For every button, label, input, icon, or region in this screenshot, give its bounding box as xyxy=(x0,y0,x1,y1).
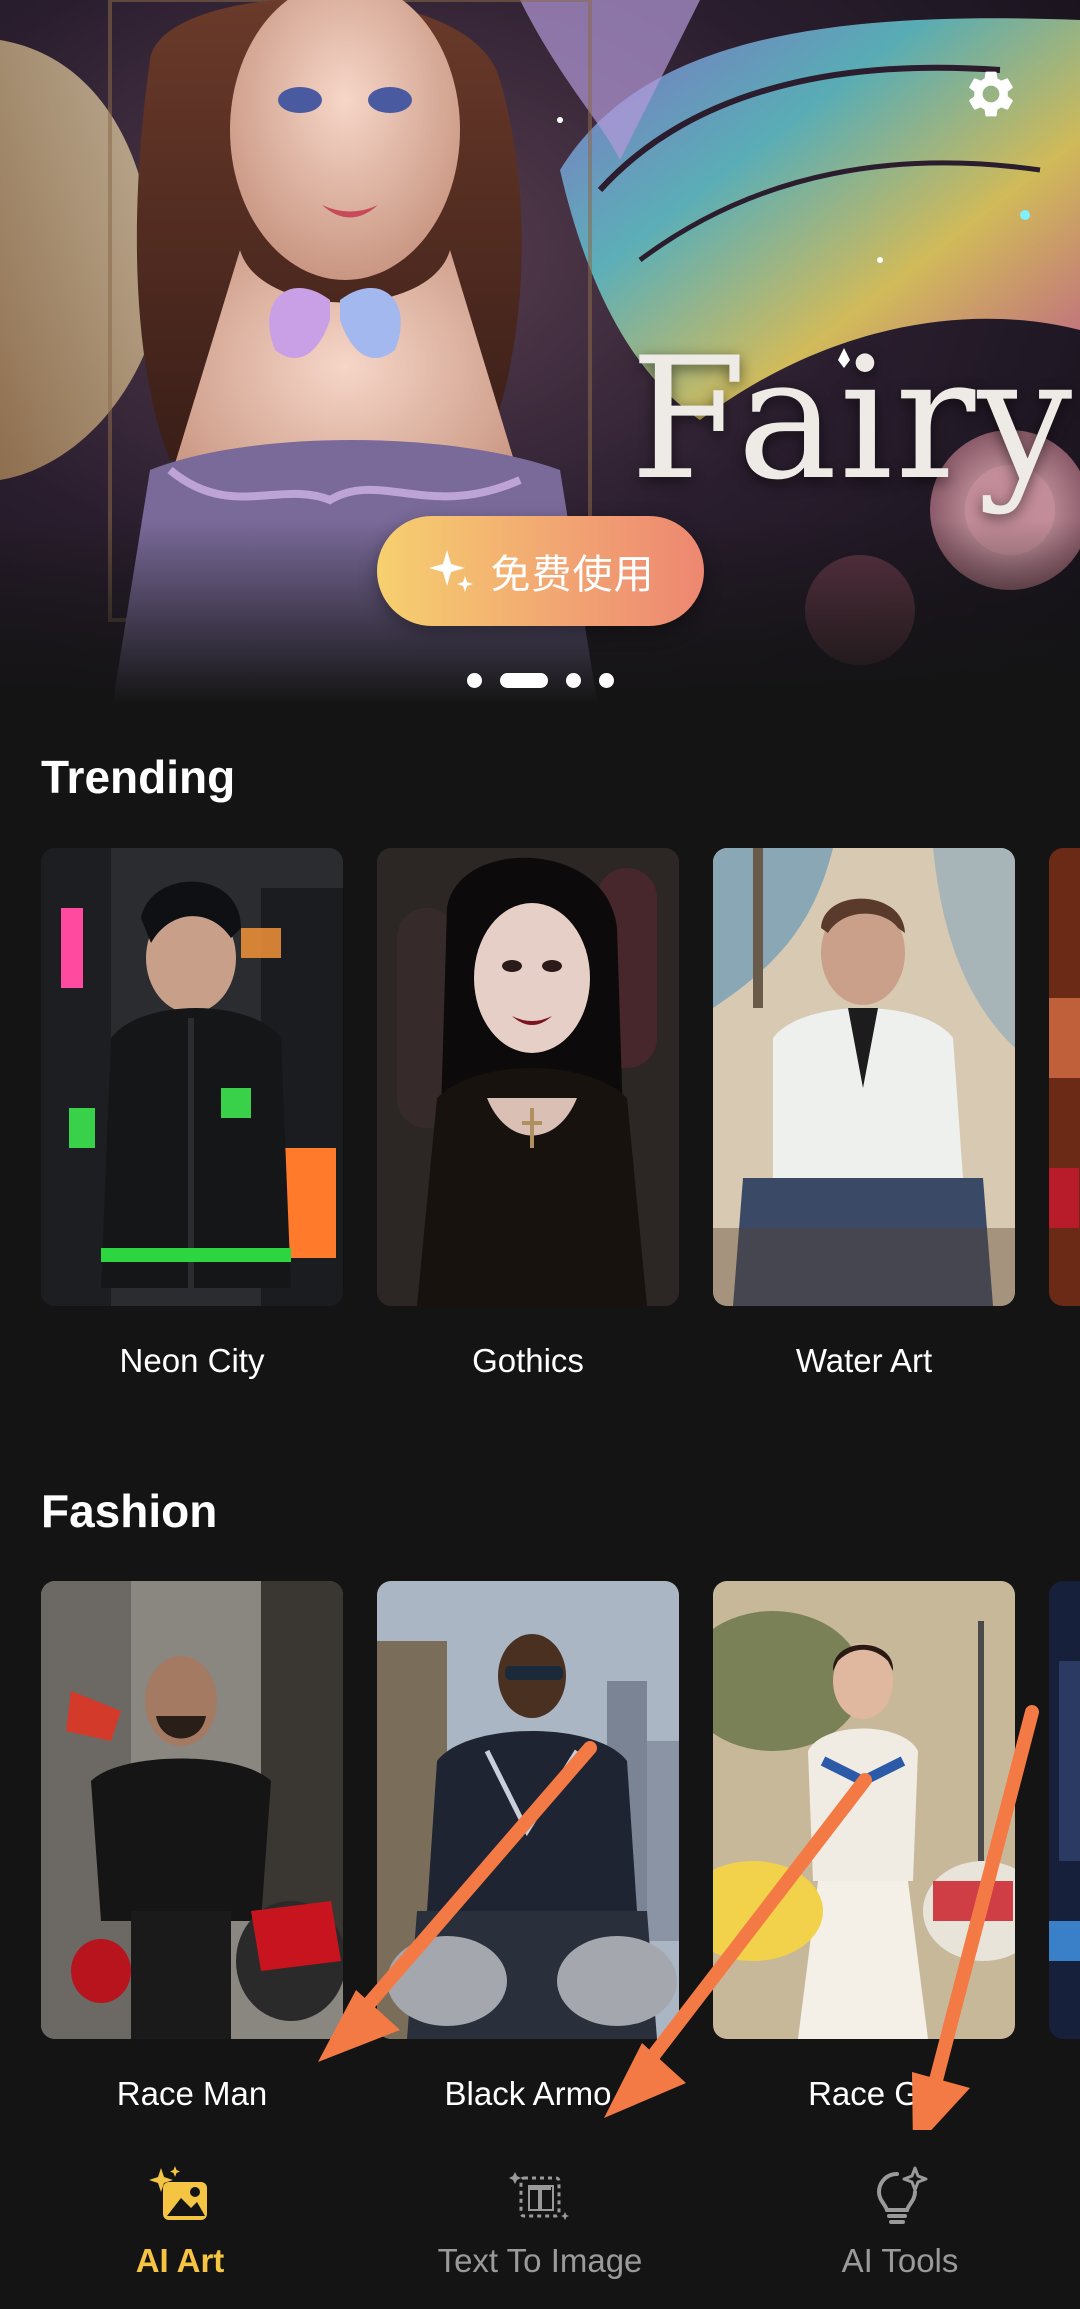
style-thumbnail xyxy=(377,1581,679,2039)
style-card-water-art[interactable]: Water Art xyxy=(713,848,1015,1380)
style-thumbnail xyxy=(713,848,1015,1306)
carousel-indicator xyxy=(0,672,1080,688)
carousel-dot[interactable] xyxy=(565,672,581,688)
style-card-partial[interactable] xyxy=(1049,848,1080,1380)
style-name: Gothics xyxy=(472,1342,584,1379)
free-use-label: 免费使用 xyxy=(490,553,655,597)
hero-title-art: Fairy xyxy=(630,321,1075,517)
style-card-race-girl[interactable]: Race G xyxy=(713,1581,1015,2113)
style-thumbnail xyxy=(41,848,343,1306)
style-card-gothics[interactable]: Gothics xyxy=(377,848,679,1380)
free-use-button[interactable]: 免费使用 xyxy=(377,516,704,626)
lightbulb-sparkle-icon xyxy=(865,2162,935,2232)
style-thumbnail xyxy=(1049,848,1080,1306)
carousel-dot[interactable] xyxy=(598,672,614,688)
nav-label: AI Tools xyxy=(841,2242,959,2279)
nav-label: AI Art xyxy=(135,2242,225,2279)
text-frame-icon xyxy=(505,2162,575,2232)
section-title-trending: Trending xyxy=(41,751,236,803)
style-name: Neon City xyxy=(119,1342,265,1379)
style-name: Water Art xyxy=(795,1342,933,1379)
section-title-fashion: Fashion xyxy=(41,1485,218,1537)
style-card-neon-city[interactable]: Neon City xyxy=(41,848,343,1380)
style-thumbnail xyxy=(377,848,679,1306)
settings-button[interactable] xyxy=(955,58,1027,130)
style-card-partial[interactable] xyxy=(1049,1581,1080,2113)
carousel-dot[interactable] xyxy=(466,672,482,688)
fashion-row[interactable]: Race Man Black Armo Race G xyxy=(41,1581,1080,2113)
style-thumbnail xyxy=(713,1581,1015,2039)
style-card-race-man[interactable]: Race Man xyxy=(41,1581,343,2113)
nav-label: Text To Image xyxy=(437,2242,643,2279)
style-thumbnail xyxy=(1049,1581,1080,2039)
style-name: Black Armo xyxy=(444,2075,612,2112)
carousel-dot-active[interactable] xyxy=(499,672,548,688)
image-sparkle-icon xyxy=(145,2162,215,2232)
nav-item-ai-tools[interactable]: AI Tools xyxy=(720,2130,1080,2309)
gear-icon xyxy=(969,71,1013,117)
style-name: Race Man xyxy=(116,2075,268,2112)
hero-banner[interactable]: Fairy 免费使用 xyxy=(0,0,1080,720)
style-thumbnail xyxy=(41,1581,343,2039)
trending-row[interactable]: Neon City Gothics Water Art xyxy=(41,848,1080,1380)
bottom-navigation: AI Art Text To Image AI Tools xyxy=(0,2130,1080,2309)
sparkle-icon xyxy=(428,550,473,592)
style-name: Race G xyxy=(808,2075,920,2112)
nav-item-ai-art[interactable]: AI Art xyxy=(0,2130,360,2309)
nav-item-text-to-image[interactable]: Text To Image xyxy=(360,2130,720,2309)
style-card-black-armor[interactable]: Black Armo xyxy=(377,1581,679,2113)
